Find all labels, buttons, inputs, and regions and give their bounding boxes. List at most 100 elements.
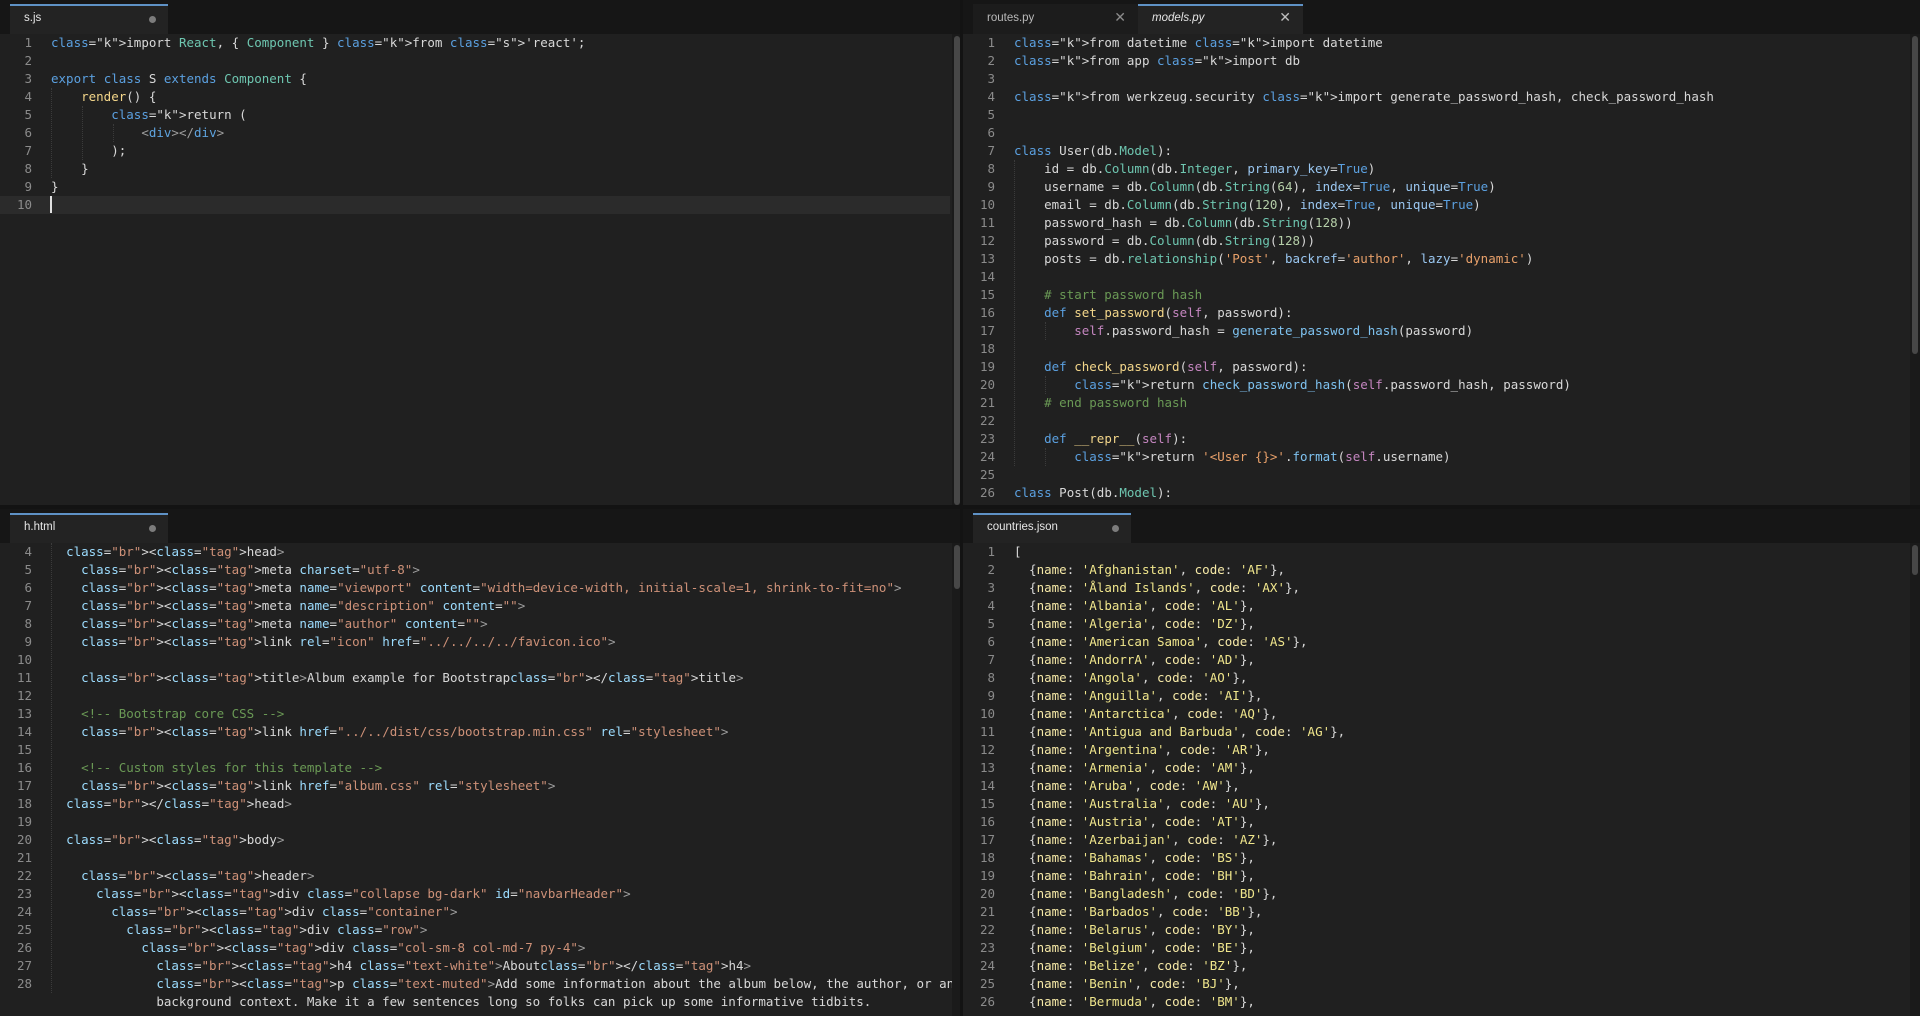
code-line[interactable]: password_hash = db.Column(db.String(128)… bbox=[1014, 214, 1353, 232]
code-line[interactable]: class="br"><class="tag">p class="text-mu… bbox=[51, 975, 960, 993]
code-line[interactable]: class="k">return check_password_hash(sel… bbox=[1014, 376, 1571, 394]
code-line[interactable]: class="k">from app class="k">import db bbox=[1014, 52, 1300, 70]
code-line[interactable]: username = db.Column(db.String(64), inde… bbox=[1014, 178, 1496, 196]
code-line[interactable]: class="br"><class="tag">meta charset="ut… bbox=[51, 561, 420, 579]
code-line[interactable]: } bbox=[51, 178, 59, 196]
code-line[interactable]: {name: 'Belize', code: 'BZ'}, bbox=[1014, 957, 1247, 975]
code-line[interactable]: {name: 'Bahamas', code: 'BS'}, bbox=[1014, 849, 1255, 867]
code-line[interactable]: class User(db.Model): bbox=[1014, 142, 1172, 160]
code-line[interactable]: class="br"><class="tag">body> bbox=[51, 831, 284, 849]
code-line[interactable]: {name: 'Angola', code: 'AO'}, bbox=[1014, 669, 1247, 687]
code-line[interactable]: {name: 'Armenia', code: 'AM'}, bbox=[1014, 759, 1255, 777]
code-line[interactable]: class="k">import React, { Component } cl… bbox=[51, 34, 585, 52]
vertical-scrollbar[interactable] bbox=[1910, 34, 1920, 505]
code-line[interactable]: } bbox=[51, 160, 89, 178]
code-line[interactable]: {name: 'Albania', code: 'AL'}, bbox=[1014, 597, 1255, 615]
code-line[interactable]: class="br"><class="tag">head> bbox=[51, 543, 284, 561]
code-line[interactable]: class="br"><class="tag">div class="conta… bbox=[51, 903, 457, 921]
scrollbar-thumb[interactable] bbox=[954, 36, 960, 505]
tab-h-html[interactable]: h.html bbox=[10, 513, 168, 543]
unsaved-dot-icon[interactable] bbox=[149, 16, 156, 23]
vertical-scrollbar[interactable] bbox=[952, 543, 960, 1016]
code-line[interactable]: self.password_hash = generate_password_h… bbox=[1014, 322, 1473, 340]
code-line[interactable]: {name: 'Afghanistan', code: 'AF'}, bbox=[1014, 561, 1285, 579]
code-editor[interactable]: 1 2 3 4 5 6 7 8 9 10 11 12 13 14 15 16 17 18 19 20 21 22 23 24 2… bbox=[963, 543, 1920, 1016]
close-tab-icon[interactable]: ✕ bbox=[1114, 9, 1126, 26]
code-line[interactable]: {name: 'Algeria', code: 'DZ'}, bbox=[1014, 615, 1255, 633]
tab-s-js[interactable]: s.js bbox=[10, 4, 168, 34]
code-line[interactable]: {name: 'Barbados', code: 'BB'}, bbox=[1014, 903, 1262, 921]
code-line[interactable]: # start password hash bbox=[1014, 286, 1202, 304]
code-line[interactable]: {name: 'Bahrain', code: 'BH'}, bbox=[1014, 867, 1255, 885]
code-line[interactable]: {name: 'Antigua and Barbuda', code: 'AG'… bbox=[1014, 723, 1345, 741]
line-number: 11 bbox=[979, 724, 995, 739]
scrollbar-thumb[interactable] bbox=[1912, 545, 1918, 575]
code-line[interactable]: export class S extends Component { bbox=[51, 70, 307, 88]
tab-routes-py[interactable]: routes.py ✕ bbox=[973, 4, 1138, 34]
code-line[interactable]: render() { bbox=[51, 88, 156, 106]
line-number: 7 bbox=[24, 143, 32, 158]
code-line[interactable]: <!-- Custom styles for this template --> bbox=[51, 759, 382, 777]
code-line[interactable]: class="br"><class="tag">title>Album exam… bbox=[51, 669, 743, 687]
code-line[interactable]: background context. Make it a few senten… bbox=[51, 993, 871, 1011]
code-line[interactable]: <!-- Bootstrap core CSS --> bbox=[51, 705, 284, 723]
code-line[interactable]: posts = db.relationship('Post', backref=… bbox=[1014, 250, 1533, 268]
code-editor[interactable]: 1 2 3 4 5 6 7 8 9 10 class="k">import React, { Co… bbox=[0, 34, 960, 505]
tab-models-py[interactable]: models.py ✕ bbox=[1138, 4, 1303, 34]
code-line[interactable]: {name: 'Belarus', code: 'BY'}, bbox=[1014, 921, 1255, 939]
code-line[interactable]: class="br"><class="tag">div class="colla… bbox=[51, 885, 630, 903]
code-line[interactable]: {name: 'Åland Islands', code: 'AX'}, bbox=[1014, 579, 1300, 597]
scrollbar-thumb[interactable] bbox=[954, 545, 960, 589]
code-line[interactable]: class="br"><class="tag">div class="col-s… bbox=[51, 939, 585, 957]
code-line[interactable]: {name: 'Bangladesh', code: 'BD'}, bbox=[1014, 885, 1277, 903]
code-line[interactable]: <div></div> bbox=[51, 124, 224, 142]
code-line[interactable]: class="br"><class="tag">header> bbox=[51, 867, 314, 885]
code-line[interactable]: def check_password(self, password): bbox=[1014, 358, 1307, 376]
unsaved-dot-icon[interactable] bbox=[1112, 525, 1119, 532]
code-line[interactable]: class="br"></class="tag">head> bbox=[51, 795, 292, 813]
code-line[interactable]: {name: 'Antarctica', code: 'AQ'}, bbox=[1014, 705, 1277, 723]
code-line[interactable]: class="k">return ( bbox=[51, 106, 246, 124]
scrollbar-thumb[interactable] bbox=[1912, 36, 1918, 354]
code-line[interactable]: def set_password(self, password): bbox=[1014, 304, 1292, 322]
code-line[interactable]: {name: 'Anguilla', code: 'AI'}, bbox=[1014, 687, 1262, 705]
line-number: 19 bbox=[979, 868, 995, 883]
close-tab-icon[interactable]: ✕ bbox=[1279, 9, 1291, 26]
code-line[interactable]: class="br"><class="tag">meta name="viewp… bbox=[51, 579, 901, 597]
code-line[interactable]: id = db.Column(db.Integer, primary_key=T… bbox=[1014, 160, 1375, 178]
code-line[interactable]: class="k">from werkzeug.security class="… bbox=[1014, 88, 1714, 106]
vertical-scrollbar[interactable] bbox=[1910, 543, 1920, 1016]
code-line[interactable]: email = db.Column(db.String(120), index=… bbox=[1014, 196, 1481, 214]
code-line[interactable]: class="br"><class="tag">link href="../..… bbox=[51, 723, 728, 741]
code-line[interactable]: class="k">from datetime class="k">import… bbox=[1014, 34, 1383, 52]
code-line[interactable]: {name: 'AndorrA', code: 'AD'}, bbox=[1014, 651, 1255, 669]
code-line[interactable]: {name: 'Austria', code: 'AT'}, bbox=[1014, 813, 1255, 831]
code-line[interactable]: {name: 'Bermuda', code: 'BM'}, bbox=[1014, 993, 1255, 1011]
code-line[interactable]: class="br"><class="tag">h4 class="text-w… bbox=[51, 957, 751, 975]
code-line[interactable]: class="k">return '<User {}>'.format(self… bbox=[1014, 448, 1450, 466]
code-line[interactable]: {name: 'Argentina', code: 'AR'}, bbox=[1014, 741, 1270, 759]
code-line[interactable]: class="br"><class="tag">meta name="autho… bbox=[51, 615, 488, 633]
code-line[interactable]: {name: 'Azerbaijan', code: 'AZ'}, bbox=[1014, 831, 1277, 849]
code-line[interactable]: class="br"><class="tag">link href="album… bbox=[51, 777, 555, 795]
code-line[interactable]: {name: 'Benin', code: 'BJ'}, bbox=[1014, 975, 1240, 993]
code-line[interactable]: def __repr__(self): bbox=[1014, 430, 1187, 448]
code-line[interactable]: class="br"><class="tag">div class="row"> bbox=[51, 921, 427, 939]
unsaved-dot-icon[interactable] bbox=[149, 525, 156, 532]
line-number: 22 bbox=[979, 413, 995, 428]
code-line[interactable]: ); bbox=[51, 142, 126, 160]
code-line[interactable]: {name: 'Belgium', code: 'BE'}, bbox=[1014, 939, 1255, 957]
code-line[interactable]: [ bbox=[1014, 543, 1022, 561]
code-editor[interactable]: 4 5 6 7 8 9 10 11 12 13 14 15 16 17 18 19 20 21 22 23 24 25 26… bbox=[0, 543, 960, 1016]
code-line[interactable]: class Post(db.Model): bbox=[1014, 484, 1172, 502]
code-editor[interactable]: 1 2 3 4 5 6 7 8 9 10 11 12 13 14 15 16 17 18 19 20 21 22 23 24 2… bbox=[963, 34, 1920, 505]
code-line[interactable]: {name: 'American Samoa', code: 'AS'}, bbox=[1014, 633, 1308, 651]
code-line[interactable]: password = db.Column(db.String(128)) bbox=[1014, 232, 1315, 250]
code-line[interactable]: class="br"><class="tag">link rel="icon" … bbox=[51, 633, 615, 651]
code-line[interactable]: {name: 'Aruba', code: 'AW'}, bbox=[1014, 777, 1240, 795]
tab-countries-json[interactable]: countries.json bbox=[973, 513, 1131, 543]
code-line[interactable]: # end password hash bbox=[1014, 394, 1187, 412]
code-line[interactable]: {name: 'Australia', code: 'AU'}, bbox=[1014, 795, 1270, 813]
code-line[interactable]: class="br"><class="tag">meta name="descr… bbox=[51, 597, 525, 615]
vertical-scrollbar[interactable] bbox=[952, 34, 960, 505]
